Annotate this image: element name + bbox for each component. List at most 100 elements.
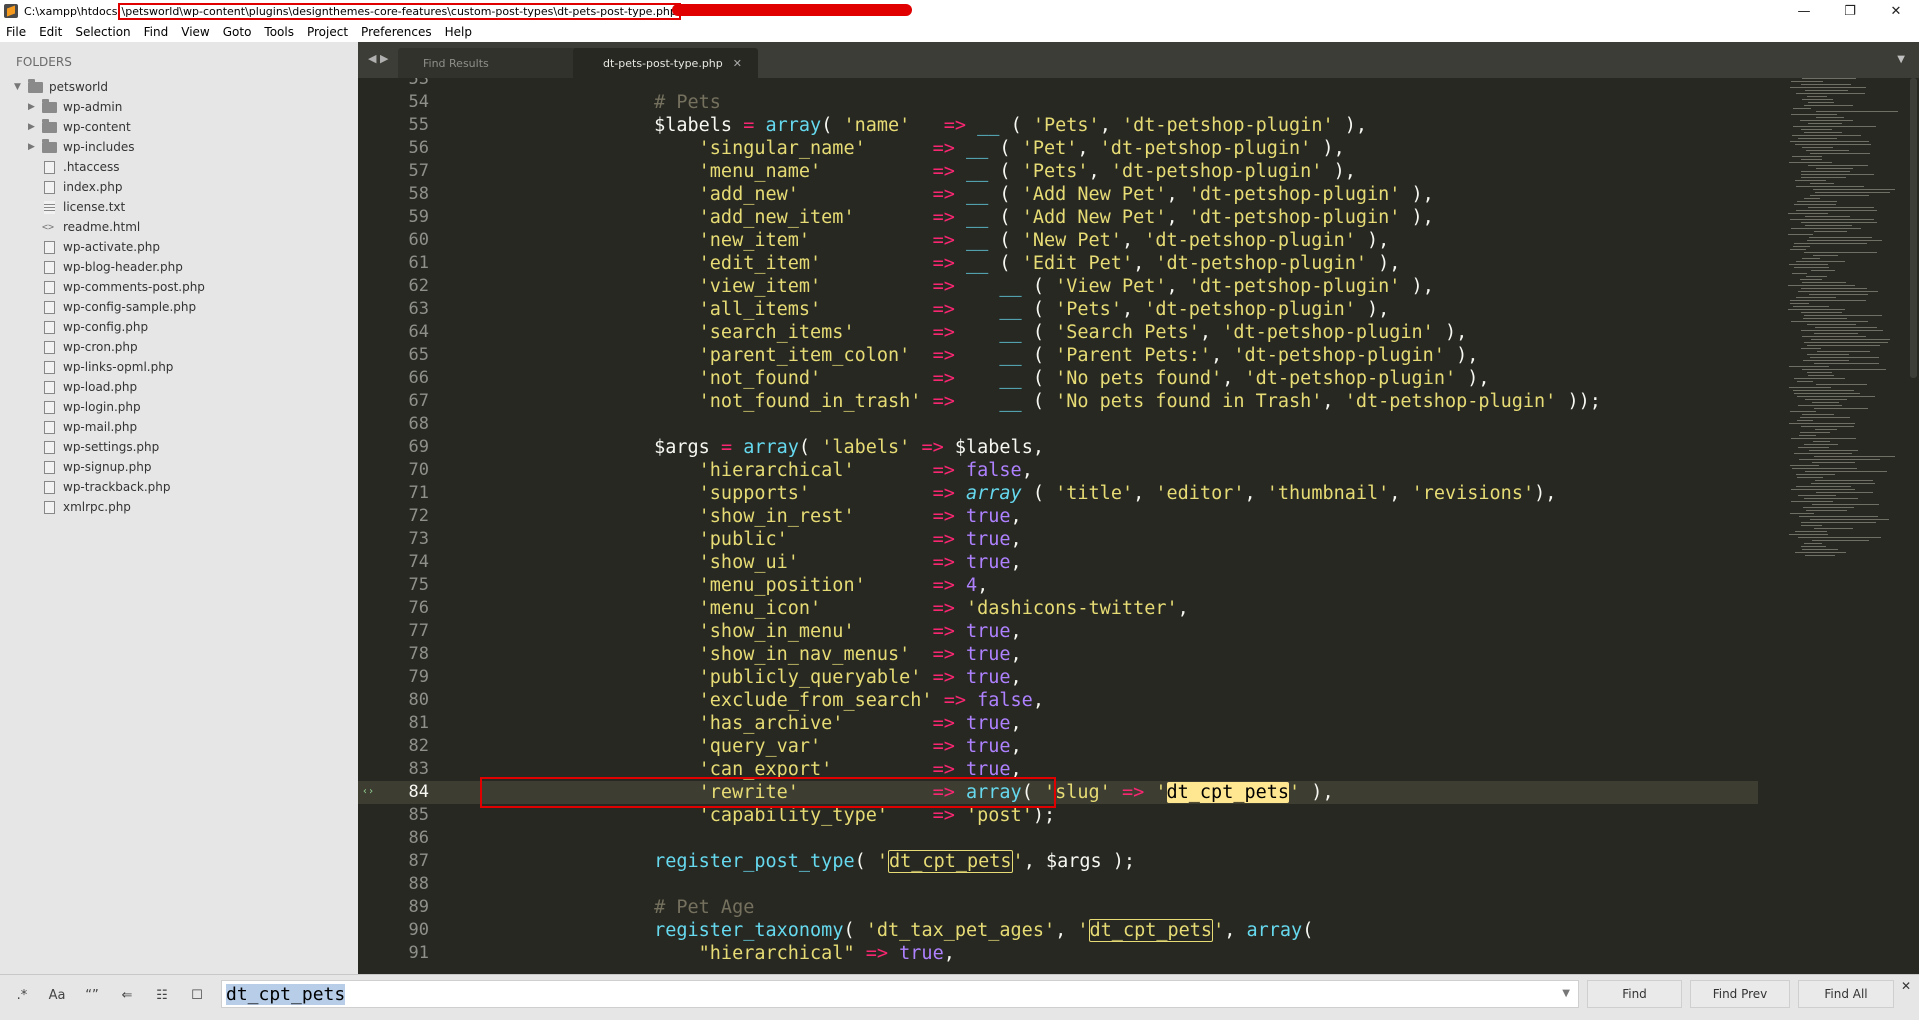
tab-nav-arrows[interactable]: ◀ ▶ xyxy=(368,52,388,65)
tree-file[interactable]: wp-settings.php xyxy=(0,437,358,457)
menu-item-preferences[interactable]: Preferences xyxy=(361,25,432,39)
tree-file[interactable]: license.txt xyxy=(0,197,358,217)
minimap-line xyxy=(1803,360,1849,361)
tree-item-label: wp-comments-post.php xyxy=(63,280,205,294)
tree-file[interactable]: wp-mail.php xyxy=(0,417,358,437)
line-number: 59 xyxy=(408,207,429,227)
minimap-line xyxy=(1791,114,1837,115)
minimap-line xyxy=(1804,132,1842,133)
find-prev-button[interactable]: Find Prev xyxy=(1690,980,1790,1008)
whole-word-toggle-icon[interactable]: “” xyxy=(78,981,106,1009)
find-all-button[interactable]: Find All xyxy=(1798,980,1894,1008)
tree-file[interactable]: .htaccess xyxy=(0,157,358,177)
minimap-line xyxy=(1801,174,1874,175)
vertical-scrollbar[interactable] xyxy=(1910,78,1917,378)
tab-dt-pets-post-type[interactable]: dt-pets-post-type.php ✕ xyxy=(573,48,758,78)
close-icon[interactable]: ✕ xyxy=(1901,979,1911,993)
tree-file[interactable]: wp-trackback.php xyxy=(0,477,358,497)
tree-file[interactable]: wp-signup.php xyxy=(0,457,358,477)
menu-item-edit[interactable]: Edit xyxy=(39,25,62,39)
tree-file[interactable]: wp-cron.php xyxy=(0,337,358,357)
close-button[interactable]: ✕ xyxy=(1873,0,1919,22)
tree-folder-root[interactable]: ▼ petsworld xyxy=(0,77,358,97)
code-line: 'view_item' => __ ( 'View Pet', 'dt-pets… xyxy=(698,276,1434,297)
regex-toggle-icon[interactable]: .* xyxy=(8,981,36,1009)
maximize-button[interactable]: ❐ xyxy=(1827,0,1873,22)
chevron-down-icon[interactable]: ▼ xyxy=(1562,988,1570,999)
highlight-matches-toggle-icon[interactable]: ☐ xyxy=(183,981,211,1009)
file-icon xyxy=(44,360,55,374)
minimap-line xyxy=(1808,207,1874,208)
code-line: register_taxonomy( 'dt_tax_pet_ages', 'd… xyxy=(654,919,1314,942)
tree-file[interactable]: <> readme.html xyxy=(0,217,358,237)
tree-file[interactable]: wp-login.php xyxy=(0,397,358,417)
tree-file[interactable]: index.php xyxy=(0,177,358,197)
tree-file[interactable]: wp-load.php xyxy=(0,377,358,397)
menu-item-view[interactable]: View xyxy=(181,25,209,39)
file-icon xyxy=(44,240,55,254)
minimap-line xyxy=(1790,465,1819,466)
minimap-line xyxy=(1804,543,1822,544)
tree-item-label: index.php xyxy=(63,180,123,194)
tree-file[interactable]: wp-config-sample.php xyxy=(0,297,358,317)
file-icon xyxy=(44,300,55,314)
tree-file[interactable]: wp-activate.php xyxy=(0,237,358,257)
tree-item-label: wp-content xyxy=(63,120,131,134)
in-selection-toggle-icon[interactable]: ☷ xyxy=(148,981,176,1009)
tree-file[interactable]: wp-links-opml.php xyxy=(0,357,358,377)
code-editor[interactable]: 53 54 55 56 57 58 59 60 61 62 63 64 65 66 67 68 69 70 71 72… xyxy=(358,78,1919,974)
expand-arrow-icon[interactable]: ▶ xyxy=(28,102,35,112)
tree-file[interactable]: xmlrpc.php xyxy=(0,497,358,517)
menu-item-tools[interactable]: Tools xyxy=(264,25,294,39)
menu-bar: File Edit Selection Find View Goto Tools Projec… xyxy=(0,22,1919,42)
case-sensitive-toggle-icon[interactable]: Aa xyxy=(43,981,71,1009)
expand-arrow-icon[interactable]: ▶ xyxy=(28,142,35,152)
find-button[interactable]: Find xyxy=(1587,980,1682,1008)
tree-folder[interactable]: ▶ wp-includes xyxy=(0,137,358,157)
collapse-arrow-icon[interactable]: ▼ xyxy=(14,82,21,92)
expand-arrow-icon[interactable]: ▶ xyxy=(28,122,35,132)
minimap-line xyxy=(1810,357,1879,358)
minimap-line xyxy=(1791,81,1823,82)
minimize-button[interactable]: — xyxy=(1781,0,1827,22)
menu-item-goto[interactable]: Goto xyxy=(223,25,252,39)
code-line: 'supports' => array ( 'title', 'editor',… xyxy=(698,483,1557,504)
line-number: 85 xyxy=(408,805,429,825)
minimap-line xyxy=(1801,330,1883,331)
tree-folder[interactable]: ▶ wp-admin xyxy=(0,97,358,117)
find-input[interactable]: dt_cpt_pets ▼ xyxy=(221,980,1579,1008)
file-icon xyxy=(44,340,55,354)
menu-item-file[interactable]: File xyxy=(6,25,26,39)
minimap[interactable] xyxy=(1784,78,1904,638)
minimap-line xyxy=(1807,354,1849,355)
menu-item-help[interactable]: Help xyxy=(445,25,472,39)
code-line: 'menu_icon' => 'dashicons-twitter', xyxy=(698,598,1189,619)
minimap-line xyxy=(1798,447,1829,448)
line-number: 68 xyxy=(408,414,429,434)
menu-item-find[interactable]: Find xyxy=(144,25,169,39)
minimap-line xyxy=(1809,294,1868,295)
code-line: # Pet Age xyxy=(654,897,755,918)
tree-file[interactable]: wp-comments-post.php xyxy=(0,277,358,297)
minimap-line xyxy=(1805,399,1847,400)
file-icon xyxy=(44,380,55,394)
line-number: 69 xyxy=(408,437,429,457)
menu-item-selection[interactable]: Selection xyxy=(75,25,130,39)
tree-file[interactable]: wp-config.php xyxy=(0,317,358,337)
minimap-line xyxy=(1790,87,1866,88)
code-line: "hierarchical" => true, xyxy=(698,943,955,964)
code-line: 'not_found_in_trash' => __ ( 'No pets fo… xyxy=(698,391,1601,412)
tab-find-results[interactable]: Find Results ✕ xyxy=(398,48,598,78)
fold-marker-icon[interactable]: ‹› xyxy=(362,786,374,797)
wrap-toggle-icon[interactable]: ⇐ xyxy=(113,981,141,1009)
minimap-line xyxy=(1790,303,1809,304)
minimap-line xyxy=(1793,390,1854,391)
minimap-line xyxy=(1791,489,1855,490)
code-area[interactable]: # Pets $labels = array( 'name' => __ ( '… xyxy=(565,78,1601,965)
chevron-down-icon[interactable]: ▼ xyxy=(1897,54,1905,65)
close-icon[interactable]: ✕ xyxy=(733,57,742,70)
tree-folder[interactable]: ▶ wp-content xyxy=(0,117,358,137)
menu-item-project[interactable]: Project xyxy=(307,25,348,39)
folder-icon xyxy=(42,118,57,133)
tree-file[interactable]: wp-blog-header.php xyxy=(0,257,358,277)
